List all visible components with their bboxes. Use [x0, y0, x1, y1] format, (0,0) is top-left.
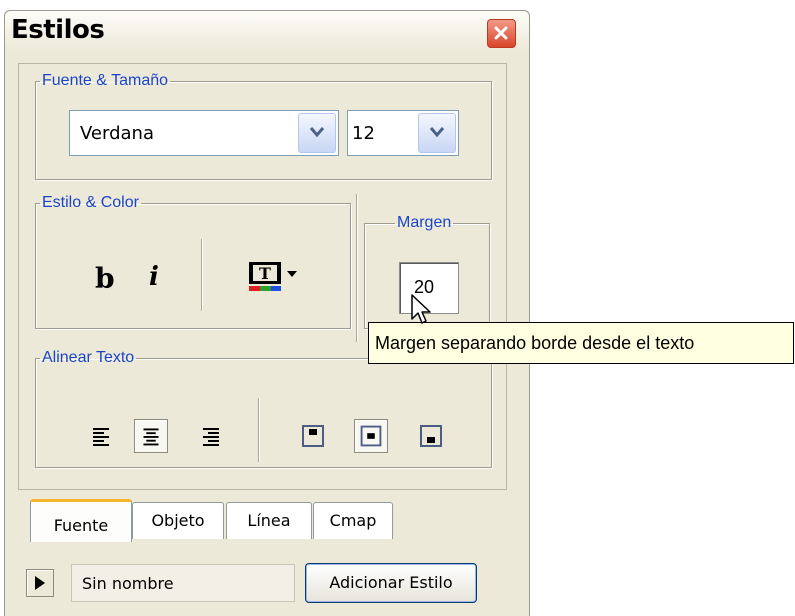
- font-size-legend: Fuente & Tamaño: [42, 72, 169, 89]
- tab-fuente-label: Fuente: [53, 516, 109, 535]
- tab-linea[interactable]: Línea: [226, 502, 312, 539]
- text-color-icon: T: [249, 262, 297, 291]
- close-icon: [494, 26, 508, 40]
- tab-cmap-label: Cmap: [329, 511, 377, 530]
- italic-button[interactable]: i: [149, 262, 159, 292]
- style-name-field[interactable]: Sin nombre: [71, 564, 295, 602]
- tab-objeto[interactable]: Objeto: [132, 502, 224, 539]
- align-right-button[interactable]: [194, 419, 228, 453]
- valign-middle-button[interactable]: [354, 419, 388, 453]
- valign-top-icon: [302, 425, 324, 447]
- tab-cmap[interactable]: Cmap: [313, 502, 393, 539]
- align-text-legend: Alinear Texto: [42, 349, 135, 366]
- svg-text:T: T: [259, 264, 271, 283]
- font-select[interactable]: Verdana: [69, 110, 339, 156]
- play-button[interactable]: [26, 569, 54, 597]
- align-center-icon: [143, 428, 159, 446]
- close-button[interactable]: [487, 19, 516, 48]
- margin-legend: Margen: [397, 214, 452, 231]
- bold-button[interactable]: b: [95, 262, 115, 295]
- size-select[interactable]: 12: [347, 110, 459, 156]
- tab-linea-label: Línea: [247, 511, 291, 530]
- align-left-icon: [93, 428, 109, 446]
- style-name-value: Sin nombre: [82, 574, 174, 593]
- add-style-button[interactable]: Adicionar Estilo: [305, 563, 477, 603]
- tooltip-text: Margen separando borde desde el texto: [375, 333, 695, 353]
- dropdown-arrow-icon: [430, 127, 444, 138]
- title-bar[interactable]: Estilos: [5, 11, 529, 51]
- tab-fuente[interactable]: Fuente: [30, 499, 132, 542]
- size-dropdown-button[interactable]: [418, 113, 456, 153]
- font-dropdown-button[interactable]: [298, 113, 336, 153]
- style-color-legend: Estilo & Color: [42, 194, 139, 211]
- mouse-cursor-icon: [411, 294, 431, 324]
- align-center-button[interactable]: [134, 419, 168, 453]
- margin-tooltip: Margen separando borde desde el texto: [368, 322, 794, 364]
- size-select-value: 12: [352, 123, 375, 144]
- tab-objeto-label: Objeto: [151, 511, 205, 530]
- window-title: Estilos: [11, 15, 105, 45]
- valign-top-button[interactable]: [296, 419, 330, 453]
- group-divider: [356, 194, 357, 342]
- font-select-value: Verdana: [80, 123, 154, 144]
- play-icon: [35, 576, 45, 590]
- separator: [201, 239, 202, 311]
- align-right-icon: [203, 428, 219, 446]
- valign-bottom-button[interactable]: [414, 419, 448, 453]
- add-style-label: Adicionar Estilo: [329, 573, 453, 592]
- valign-middle-icon: [360, 425, 382, 447]
- align-separator: [258, 398, 259, 462]
- style-color-group: Estilo & Color: [35, 194, 351, 329]
- align-left-button[interactable]: [84, 419, 118, 453]
- dropdown-arrow-icon: [310, 127, 324, 138]
- valign-bottom-icon: [420, 425, 442, 447]
- text-color-button[interactable]: T: [247, 260, 303, 294]
